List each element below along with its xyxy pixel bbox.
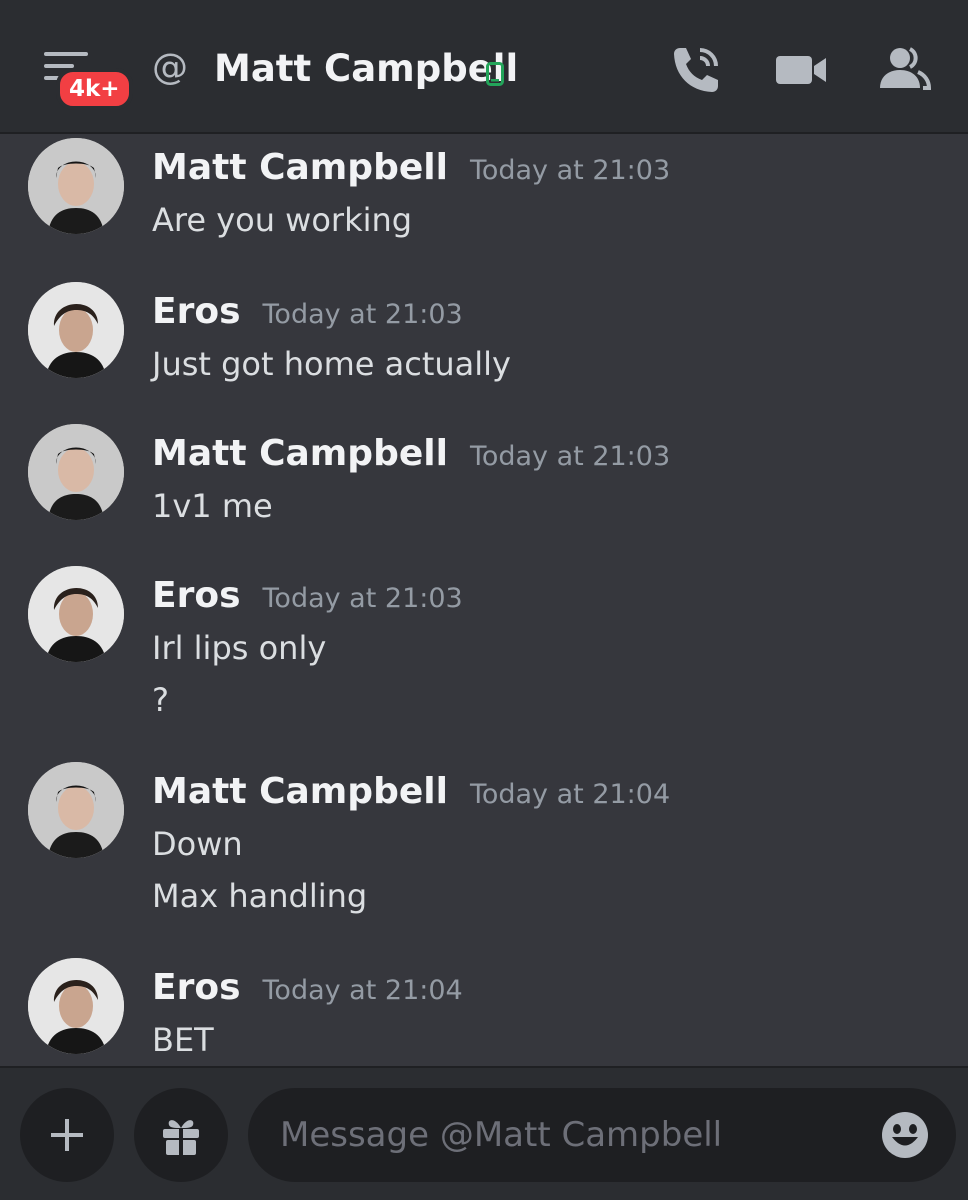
avatar[interactable] [28, 958, 124, 1054]
timestamp: Today at 21:03 [469, 441, 671, 472]
timestamp: Today at 21:04 [469, 779, 671, 810]
call-icon [674, 48, 718, 92]
message-input[interactable]: Message @Matt Campbell [248, 1088, 956, 1182]
members-button[interactable] [876, 44, 932, 96]
message-text: 1v1 me [152, 487, 273, 525]
message-text: Just got home actually [152, 345, 511, 383]
gift-button[interactable] [134, 1088, 228, 1182]
message-text: Down [152, 825, 243, 863]
timestamp: Today at 21:03 [262, 583, 463, 614]
avatar[interactable] [28, 424, 124, 520]
gift-icon [163, 1120, 199, 1155]
timestamp: Today at 21:04 [262, 975, 463, 1006]
message-text: ? [152, 681, 169, 719]
video-button[interactable] [774, 44, 830, 96]
call-button[interactable] [668, 44, 724, 96]
at-icon: @ [152, 47, 188, 88]
page-title[interactable]: Matt Campbell [214, 44, 518, 94]
message-text: Irl lips only [152, 629, 327, 667]
message-input-placeholder: Message @Matt Campbell [280, 1115, 723, 1155]
channel-header: 4k+ @ Matt Campbell [0, 0, 968, 134]
author-name[interactable]: Matt Campbell [152, 433, 448, 474]
timestamp: Today at 21:03 [262, 299, 463, 330]
plus-icon [51, 1119, 83, 1151]
message-text: Max handling [152, 877, 368, 915]
composer-bar: Message @Matt Campbell [0, 1066, 968, 1200]
timestamp: Today at 21:03 [469, 155, 671, 186]
menu-button[interactable]: 4k+ [36, 42, 133, 110]
avatar[interactable] [28, 138, 124, 234]
members-icon [880, 47, 932, 90]
author-name[interactable]: Eros [152, 291, 241, 332]
message-text: BET [152, 1021, 214, 1059]
avatar[interactable] [28, 762, 124, 858]
author-name[interactable]: Eros [152, 575, 241, 616]
message-text: Are you working [152, 201, 413, 239]
add-attachment-button[interactable] [20, 1088, 114, 1182]
author-name[interactable]: Matt Campbell [152, 147, 448, 188]
unread-badge: 4k+ [56, 68, 133, 110]
avatar[interactable] [28, 282, 124, 378]
message-list[interactable]: Matt Campbell Today at 21:03 Are you work… [0, 136, 968, 1066]
author-name[interactable]: Eros [152, 967, 241, 1008]
author-name[interactable]: Matt Campbell [152, 771, 448, 812]
avatar[interactable] [28, 566, 124, 662]
mobile-online-icon [486, 62, 504, 86]
emoji-icon[interactable] [880, 1110, 930, 1160]
video-icon [776, 56, 826, 84]
